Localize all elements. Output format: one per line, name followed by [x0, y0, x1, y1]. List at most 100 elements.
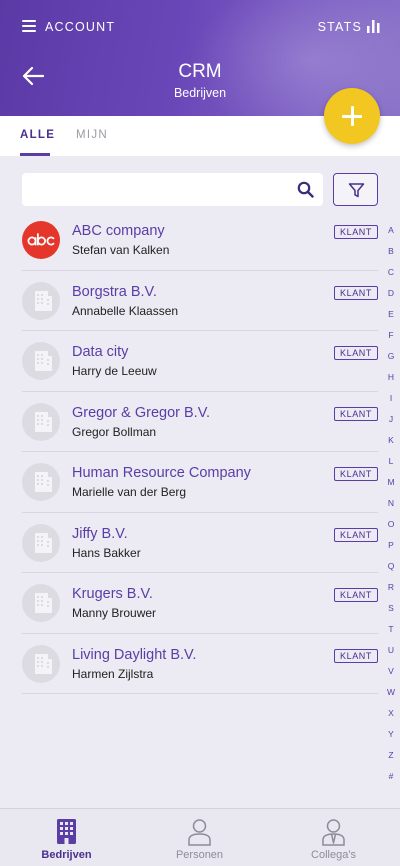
alphabet-letter[interactable]: U [381, 646, 400, 667]
alphabet-letter[interactable]: A [381, 226, 400, 247]
add-company-button[interactable] [324, 88, 380, 144]
alphabet-letter[interactable]: R [381, 583, 400, 604]
top-bar: ACCOUNT STATS [0, 0, 400, 56]
alphabet-letter[interactable]: X [381, 709, 400, 730]
status-badge: KLANT [333, 406, 378, 421]
company-row[interactable]: Human Resource Company Marielle van der B… [22, 452, 378, 513]
company-name: Jiffy B.V. [72, 525, 128, 542]
alphabet-letter[interactable]: O [381, 520, 400, 541]
building-icon [35, 472, 52, 492]
nav-collegas-label: Collega's [311, 849, 356, 861]
active-tab-indicator [20, 153, 50, 156]
alphabet-letter[interactable]: Q [381, 562, 400, 583]
contact-name: Hans Bakker [72, 545, 141, 560]
company-row[interactable]: Living Daylight B.V. Harmen Zijlstra KLANT [22, 634, 378, 694]
alphabet-letter[interactable]: B [381, 247, 400, 268]
search-icon[interactable] [297, 181, 314, 198]
company-avatar [22, 281, 60, 320]
status-badge: KLANT [333, 346, 378, 360]
contact-name: Harry de Leeuw [72, 364, 157, 378]
contact-name: Annabelle Klaassen [72, 303, 179, 318]
contact-name: Stefan van Kalken [72, 243, 170, 257]
nav-collegas[interactable]: Collega's [267, 809, 400, 866]
alphabet-index: A B C D E F G H I J K L M N O P Q R S T U V W X Y Z # [381, 226, 400, 793]
alphabet-letter[interactable]: H [381, 373, 400, 394]
alphabet-letter[interactable]: G [381, 352, 400, 373]
company-name: Living Daylight B.V. [72, 646, 197, 663]
building-icon [35, 351, 52, 371]
company-avatar [22, 342, 60, 380]
person-icon [188, 819, 211, 846]
nav-personen[interactable]: Personen [133, 809, 266, 866]
company-avatar [22, 523, 60, 562]
company-avatar [22, 402, 60, 441]
building-icon [35, 532, 52, 553]
nav-bedrijven[interactable]: Bedrijven [0, 809, 133, 866]
alphabet-letter[interactable]: K [381, 436, 400, 457]
alphabet-letter[interactable]: V [381, 667, 400, 688]
company-row[interactable]: Data city Harry de Leeuw KLANT [22, 331, 378, 392]
filter-button[interactable] [333, 173, 378, 206]
alphabet-letter[interactable]: Z [381, 751, 400, 772]
company-avatar [22, 463, 60, 501]
bottom-navigation: Bedrijven Personen Collega's [0, 808, 400, 866]
company-name: Data city [72, 344, 129, 360]
company-list: ABC company Stefan van Kalken KLANT Borgstr… [22, 210, 378, 694]
hamburger-menu-icon[interactable] [22, 20, 36, 32]
company-name: ABC company [72, 223, 165, 239]
company-row[interactable]: Krugers B.V. Manny Brouwer KLANT [22, 573, 378, 634]
alphabet-letter[interactable]: W [381, 688, 400, 709]
alphabet-letter[interactable]: S [381, 604, 400, 625]
company-avatar [22, 221, 60, 259]
company-name: Gregor & Gregor B.V. [72, 404, 211, 421]
stats-link[interactable]: STATS [318, 20, 362, 34]
contact-name: Harmen Zijlstra [72, 666, 154, 681]
company-avatar [22, 644, 60, 683]
bar-chart-icon[interactable] [367, 20, 380, 33]
alphabet-letter[interactable]: E [381, 310, 400, 331]
alphabet-letter[interactable]: C [381, 268, 400, 289]
alphabet-letter[interactable]: M [381, 478, 400, 499]
company-name: Human Resource Company [72, 465, 251, 481]
status-badge: KLANT [333, 648, 378, 663]
status-badge: KLANT [333, 588, 378, 602]
nav-bedrijven-label: Bedrijven [41, 849, 92, 861]
alphabet-letter[interactable]: N [381, 499, 400, 520]
alphabet-letter[interactable]: Y [381, 730, 400, 751]
alphabet-letter[interactable]: I [381, 394, 400, 415]
company-name: Krugers B.V. [72, 586, 153, 602]
alphabet-letter[interactable]: L [381, 457, 400, 478]
nav-personen-label: Personen [175, 849, 224, 861]
building-icon [57, 819, 76, 844]
status-badge: KLANT [333, 467, 378, 481]
search-input[interactable] [22, 173, 323, 206]
company-row[interactable]: Borgstra B.V. Annabelle Klaassen KLANT [22, 271, 378, 331]
company-row[interactable]: Jiffy B.V. Hans Bakker KLANT [22, 513, 378, 573]
alphabet-letter[interactable]: P [381, 541, 400, 562]
building-icon [35, 593, 52, 613]
account-link[interactable]: ACCOUNT [45, 20, 115, 34]
company-row[interactable]: ABC company Stefan van Kalken KLANT [22, 210, 378, 271]
alphabet-letter[interactable]: F [381, 331, 400, 352]
tab-mijn[interactable]: MIJN [76, 129, 108, 141]
company-row[interactable]: Gregor & Gregor B.V. Gregor Bollman KLANT [22, 392, 378, 452]
contact-name: Marielle van der Berg [72, 485, 187, 499]
alphabet-letter[interactable]: D [381, 289, 400, 310]
contact-name: Gregor Bollman [72, 424, 157, 439]
alphabet-letter[interactable]: T [381, 625, 400, 646]
building-icon [35, 653, 52, 674]
status-badge: KLANT [333, 527, 378, 542]
status-badge: KLANT [333, 285, 378, 300]
company-name: Borgstra B.V. [72, 283, 157, 300]
alphabet-letter[interactable]: # [381, 772, 400, 793]
tab-alle[interactable]: ALLE [20, 129, 55, 141]
abc-logo-icon [27, 233, 55, 246]
company-avatar [22, 584, 60, 622]
building-icon [35, 411, 52, 432]
status-badge: KLANT [333, 225, 378, 239]
page-title: CRM [178, 61, 222, 82]
filter-icon [348, 183, 365, 198]
alphabet-letter[interactable]: J [381, 415, 400, 436]
colleague-icon [322, 819, 345, 846]
contact-name: Manny Brouwer [72, 606, 157, 620]
